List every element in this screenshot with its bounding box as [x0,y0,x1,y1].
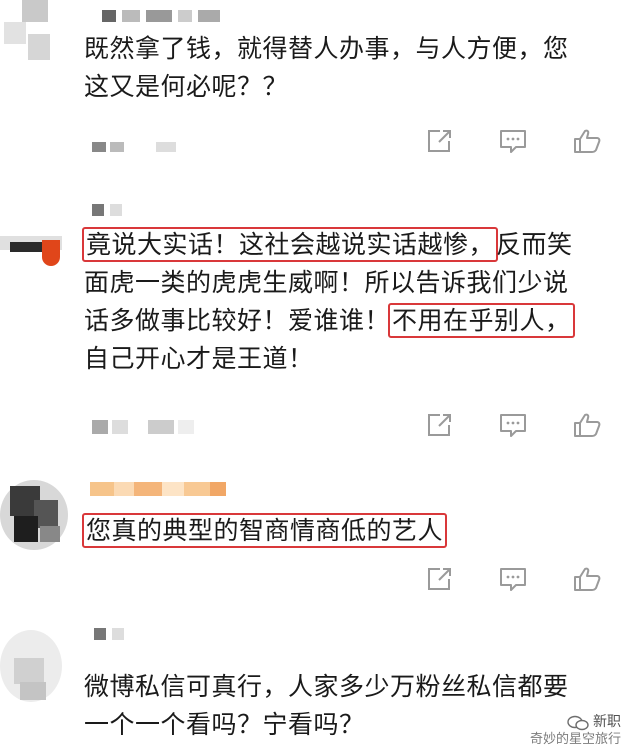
username[interactable] [92,204,122,216]
comment-line: 既然拿了钱，就得替人办事，与人方便，您 [84,34,569,63]
share-icon [428,130,451,152]
highlight-box: 您真的典型的智商情商低的艺人 [82,513,448,548]
comment-line: 面虎一类的虎虎生威啊！所以告诉我们少说 [84,268,569,297]
like-button[interactable] [573,128,601,154]
highlight-box: 不用在乎别人， [388,303,575,338]
share-icon [428,414,451,436]
comment-button[interactable] [499,412,527,438]
comment-icon [500,130,526,153]
share-button[interactable] [425,566,453,592]
comment-icon [500,414,526,437]
like-icon [574,129,601,153]
comment-line: 竟说大实话！这社会越说实话越惨，反而笑 [82,226,614,264]
avatar[interactable] [0,480,68,550]
avatar[interactable] [0,216,62,270]
comment-actions [425,566,601,592]
comment-actions [425,128,601,154]
username[interactable] [102,10,220,22]
like-icon [574,567,601,591]
like-button[interactable] [573,412,601,438]
like-icon [574,413,601,437]
username[interactable] [90,482,226,496]
comment-line: 这又是何必呢？？ [84,72,289,101]
highlight-box: 竟说大实话！这社会越说实话越惨， [82,227,499,262]
comment-meta [92,420,194,434]
watermark-bottom: 奇妙的星空旅行 [529,732,621,747]
comment-text: 既然拿了钱，就得替人办事，与人方便，您 这又是何必呢？？ [84,30,614,106]
username[interactable] [94,628,124,640]
comment-meta [92,142,176,152]
comment-line: 话多做事比较好！爱谁谁！不用在乎别人， [84,302,614,340]
like-button[interactable] [573,566,601,592]
share-icon [428,568,451,590]
comment-actions [425,412,601,438]
comment-line: 微博私信可真行，人家多少万粉丝私信都要 [84,672,569,701]
watermark-top: 新职 [593,714,621,730]
comment-text: 竟说大实话！这社会越说实话越惨，反而笑 面虎一类的虎虎生威啊！所以告诉我们少说 … [82,226,614,378]
avatar[interactable] [0,630,62,702]
comment-line: 自己开心才是王道！ [84,344,314,373]
comment-text: 您真的典型的智商情商低的艺人 [82,512,614,550]
wechat-icon [567,715,589,730]
comment-icon [500,568,526,591]
comment-line: 您真的典型的智商情商低的艺人 [82,512,614,550]
avatar[interactable] [0,0,60,62]
watermark: 新职 奇妙的星空旅行 [530,714,621,748]
share-button[interactable] [425,412,453,438]
comment-button[interactable] [499,128,527,154]
share-button[interactable] [425,128,453,154]
comment-button[interactable] [499,566,527,592]
